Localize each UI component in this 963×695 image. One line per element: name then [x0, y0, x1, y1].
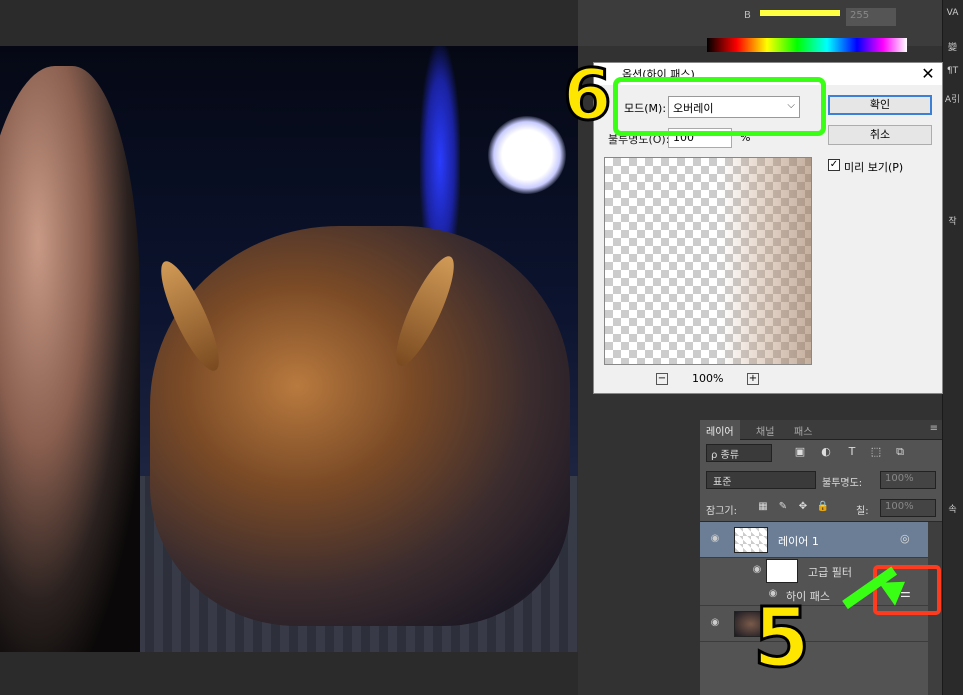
type-filter-icon[interactable]: T	[844, 445, 860, 461]
smart-object-badge-icon: ◎	[900, 532, 910, 545]
close-icon[interactable]: ✕	[918, 64, 938, 84]
glyph-icon[interactable]: A引	[944, 92, 961, 105]
zoom-in-button[interactable]: +	[747, 373, 759, 385]
layer-thumbnail	[734, 527, 768, 553]
visibility-eye-icon[interactable]: ◉	[750, 564, 764, 578]
lock-position-icon[interactable]: ✥	[796, 501, 810, 515]
document-canvas[interactable]	[0, 46, 578, 652]
channel-value[interactable]: 255	[846, 8, 896, 26]
adjustment-filter-icon[interactable]: ◐	[818, 445, 834, 461]
channel-slider[interactable]	[760, 10, 840, 16]
shape-filter-icon[interactable]: ⬚	[868, 445, 884, 461]
actions-panel-tab[interactable]: 작	[944, 214, 961, 227]
channel-label: B	[744, 10, 751, 21]
tab-paths[interactable]: 패스	[788, 420, 818, 440]
step-6-label: 6	[562, 54, 614, 136]
step-5-label: 5	[751, 591, 811, 686]
color-spectrum[interactable]	[707, 38, 907, 52]
preview-image	[721, 158, 811, 364]
street-lamp	[488, 116, 566, 194]
panel-menu-icon[interactable]: ≡	[930, 423, 938, 434]
layer-filter-row: ρ 종류 ▣ ◐ T ⬚ ⧉	[700, 440, 942, 466]
smart-filter-label: 고급 필터	[808, 566, 852, 579]
paragraph-icon[interactable]: ¶T	[944, 66, 961, 76]
visibility-eye-icon[interactable]: ◉	[708, 533, 722, 547]
blend-row: 표준 불투명도: 100%	[700, 466, 942, 494]
lock-transparency-icon[interactable]: ▦	[756, 501, 770, 515]
layer-row[interactable]: ◉ 레이어 1 ◎	[700, 522, 928, 558]
properties-panel-tab[interactable]: 속	[944, 502, 961, 515]
person-portrait	[0, 66, 140, 652]
bull-statue	[150, 226, 570, 626]
transform-icon[interactable]: 變	[944, 40, 961, 53]
layer-name: 레이어 1	[778, 535, 819, 548]
layer-opacity-label: 불투명도:	[822, 478, 863, 489]
fill-label: 칠:	[856, 506, 869, 517]
character-panel-icon[interactable]: VA	[944, 8, 961, 18]
preview-checkbox[interactable]: ✓	[828, 159, 840, 171]
zoom-level: 100%	[692, 372, 724, 385]
blend-mode-select[interactable]: 표준	[706, 471, 816, 489]
fill-input[interactable]: 100%	[880, 499, 936, 517]
filter-mask-thumbnail	[766, 559, 798, 583]
lock-paint-icon[interactable]: ✎	[776, 501, 790, 515]
layers-panel-tabs: 레이어 채널 패스 ≡	[700, 420, 942, 440]
preview-label: 미리 보기(P)	[844, 161, 904, 174]
layer-opacity-input[interactable]: 100%	[880, 471, 936, 489]
pixel-filter-icon[interactable]: ▣	[792, 445, 808, 461]
lock-label: 잠그기:	[706, 506, 737, 517]
lock-row: 잠그기: ▦ ✎ ✥ 🔒 칠: 100%	[700, 494, 942, 522]
tab-channels[interactable]: 채널	[750, 420, 780, 440]
zoom-out-button[interactable]: −	[656, 373, 668, 385]
cancel-button[interactable]: 취소	[828, 125, 932, 145]
tab-layers[interactable]: 레이어	[700, 420, 740, 440]
smart-object-filter-icon[interactable]: ⧉	[892, 445, 908, 461]
highlight-box-mode	[613, 77, 826, 136]
ok-button[interactable]: 확인	[828, 95, 932, 115]
filter-preview[interactable]	[604, 157, 812, 365]
layer-kind-select[interactable]: ρ 종류	[706, 444, 772, 462]
visibility-eye-icon[interactable]: ◉	[708, 617, 722, 631]
lock-all-icon[interactable]: 🔒	[816, 501, 830, 515]
